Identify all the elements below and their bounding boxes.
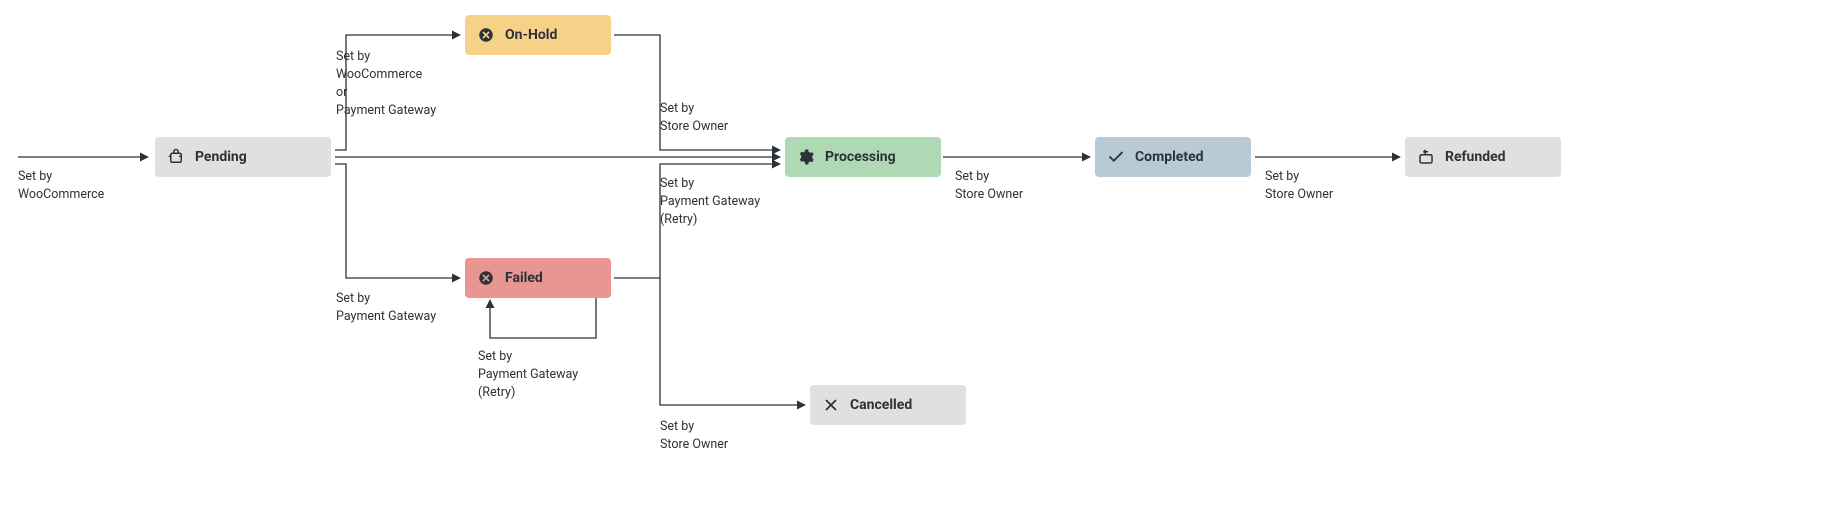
edge-label-failed-retry: Set by Payment Gateway (Retry)	[478, 348, 578, 402]
status-label: Refunded	[1445, 149, 1506, 165]
status-label: Pending	[195, 149, 247, 165]
edge-label-onhold-to-processing: Set by Store Owner	[660, 100, 728, 136]
status-label: Cancelled	[850, 397, 912, 413]
status-node-cancelled: Cancelled	[810, 385, 966, 425]
edge-label-pending-to-failed: Set by Payment Gateway	[336, 290, 436, 326]
gear-icon	[797, 148, 815, 166]
status-node-processing: Processing	[785, 137, 941, 177]
edge-label-failed-to-cancelled: Set by Store Owner	[660, 418, 728, 454]
order-status-flow-diagram: Pending On-Hold Failed Processing	[0, 0, 1837, 505]
status-label: Completed	[1135, 149, 1204, 165]
edge-label-to-pending: Set by WooCommerce	[18, 168, 104, 204]
check-icon	[1107, 148, 1125, 166]
status-node-completed: Completed	[1095, 137, 1251, 177]
error-circle-icon	[477, 26, 495, 44]
status-node-failed: Failed	[465, 258, 611, 298]
diagram-arrows	[0, 0, 1837, 505]
status-node-pending: Pending	[155, 137, 331, 177]
edge-label-pending-to-onhold: Set by WooCommerce or Payment Gateway	[336, 48, 436, 121]
cart-icon	[167, 148, 185, 166]
close-icon	[822, 396, 840, 414]
status-label: Failed	[505, 270, 543, 286]
edge-label-completed-to-refunded: Set by Store Owner	[1265, 168, 1333, 204]
status-label: Processing	[825, 149, 896, 165]
error-circle-icon	[477, 269, 495, 287]
edge-label-failed-to-processing: Set by Payment Gateway (Retry)	[660, 175, 760, 229]
status-label: On-Hold	[505, 27, 557, 43]
refund-icon	[1417, 148, 1435, 166]
status-node-on-hold: On-Hold	[465, 15, 611, 55]
edge-label-processing-to-completed: Set by Store Owner	[955, 168, 1023, 204]
status-node-refunded: Refunded	[1405, 137, 1561, 177]
